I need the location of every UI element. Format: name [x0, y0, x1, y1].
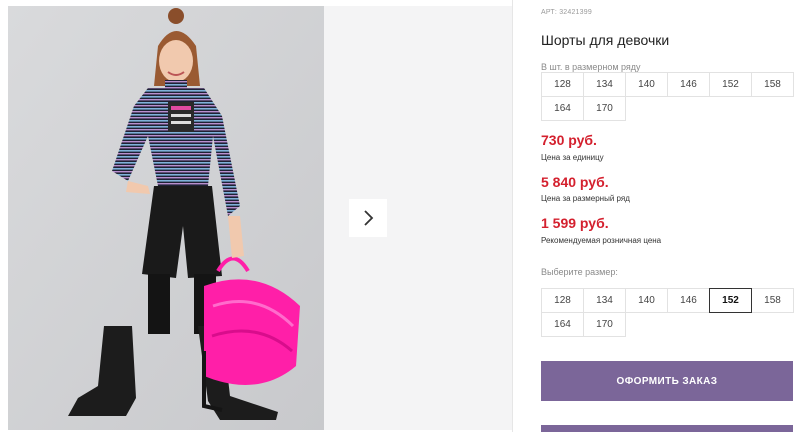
size-option[interactable]: 158 — [751, 288, 794, 313]
retail-price-note: Рекомендуемая розничная цена — [541, 236, 662, 245]
size-option[interactable]: 164 — [541, 312, 584, 337]
unit-price-note: Цена за единицу — [541, 153, 604, 162]
size-row-label: В шт. в размерном ряду — [541, 62, 641, 72]
chevron-right-icon — [364, 210, 374, 226]
retail-price: 1 599 руб. — [541, 215, 609, 231]
sku-label: АРТ: 32421399 — [541, 9, 592, 16]
size-row-cell: 140 — [625, 72, 668, 97]
unit-price: 730 руб. — [541, 132, 597, 148]
size-option-selected[interactable]: 152 — [709, 288, 752, 313]
size-row-cell: 158 — [751, 72, 794, 97]
size-option[interactable]: 170 — [583, 312, 626, 337]
product-photo-illustration — [8, 6, 324, 430]
product-photo — [8, 6, 324, 430]
next-image-button[interactable] — [349, 199, 387, 237]
size-option[interactable]: 134 — [583, 288, 626, 313]
size-option[interactable]: 146 — [667, 288, 710, 313]
row-price-note: Цена за размерный ряд — [541, 194, 630, 203]
row-price: 5 840 руб. — [541, 174, 609, 190]
size-row-cell: 134 — [583, 72, 626, 97]
size-option[interactable]: 140 — [625, 288, 668, 313]
secondary-action-button[interactable] — [541, 425, 793, 432]
size-row-cell: 152 — [709, 72, 752, 97]
size-row-grid: 128 134 140 146 152 158 164 170 — [541, 72, 794, 121]
size-row-cell: 146 — [667, 72, 710, 97]
size-select-grid: 128 134 140 146 152 158 164 170 — [541, 288, 794, 337]
size-select-label: Выберите размер: — [541, 267, 618, 277]
product-title: Шорты для девочки — [541, 32, 670, 48]
place-order-button[interactable]: ОФОРМИТЬ ЗАКАЗ — [541, 361, 793, 401]
size-row-cell: 170 — [583, 96, 626, 121]
column-divider — [512, 0, 513, 432]
size-option[interactable]: 128 — [541, 288, 584, 313]
size-row-cell: 164 — [541, 96, 584, 121]
size-row-cell: 128 — [541, 72, 584, 97]
